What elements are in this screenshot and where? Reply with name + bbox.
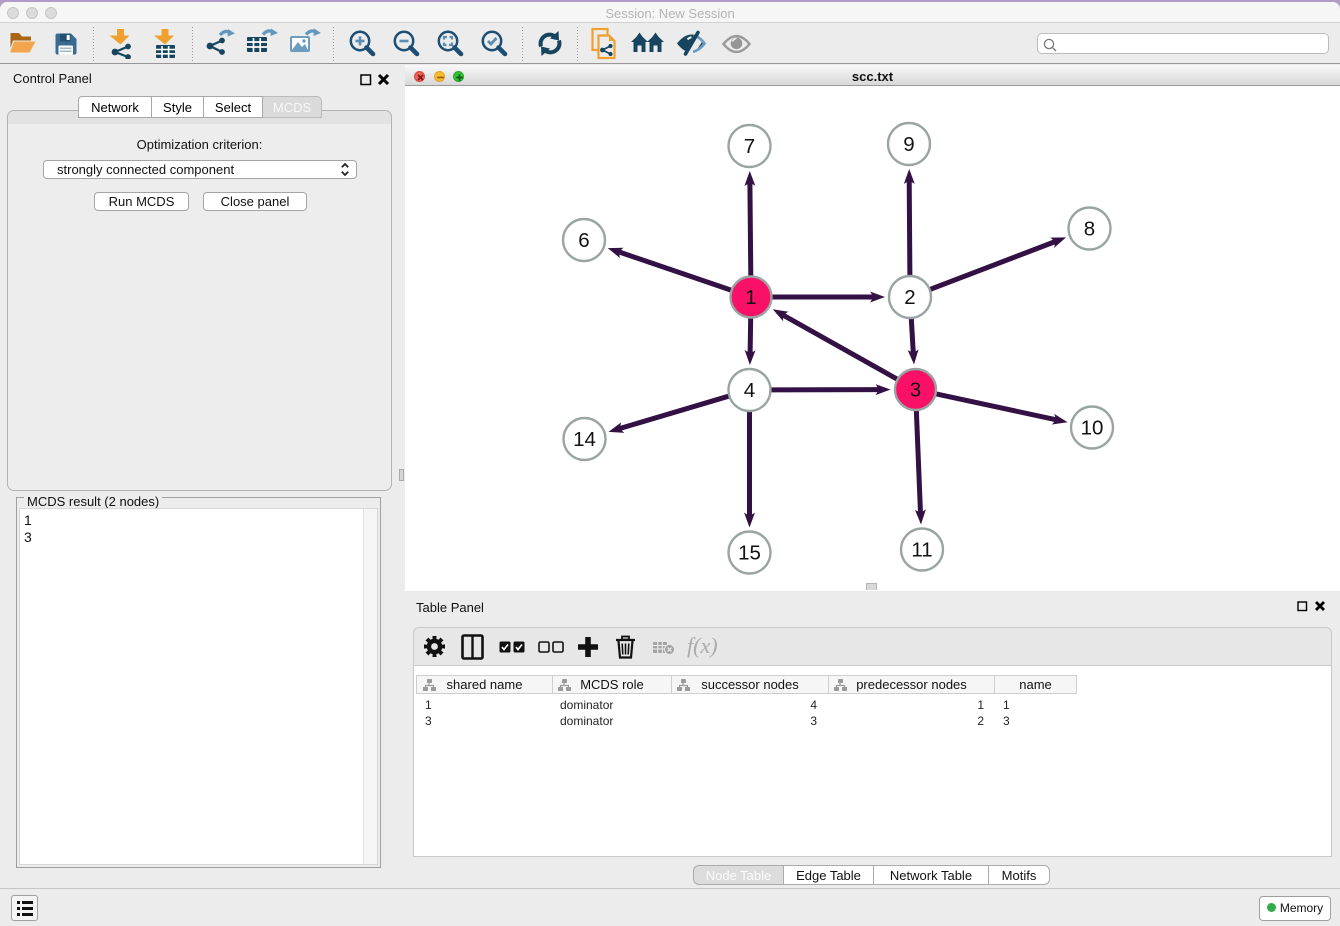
svg-text:4: 4 — [744, 379, 755, 402]
svg-text:6: 6 — [578, 229, 589, 252]
svg-text:7: 7 — [744, 135, 755, 158]
svg-text:11: 11 — [911, 539, 932, 562]
svg-text:8: 8 — [1084, 218, 1095, 241]
svg-text:3: 3 — [910, 379, 921, 402]
svg-text:2: 2 — [904, 286, 915, 309]
svg-text:1: 1 — [745, 286, 756, 309]
svg-text:10: 10 — [1081, 417, 1104, 440]
svg-text:9: 9 — [903, 133, 914, 156]
svg-text:15: 15 — [738, 542, 761, 565]
svg-text:14: 14 — [573, 428, 596, 451]
